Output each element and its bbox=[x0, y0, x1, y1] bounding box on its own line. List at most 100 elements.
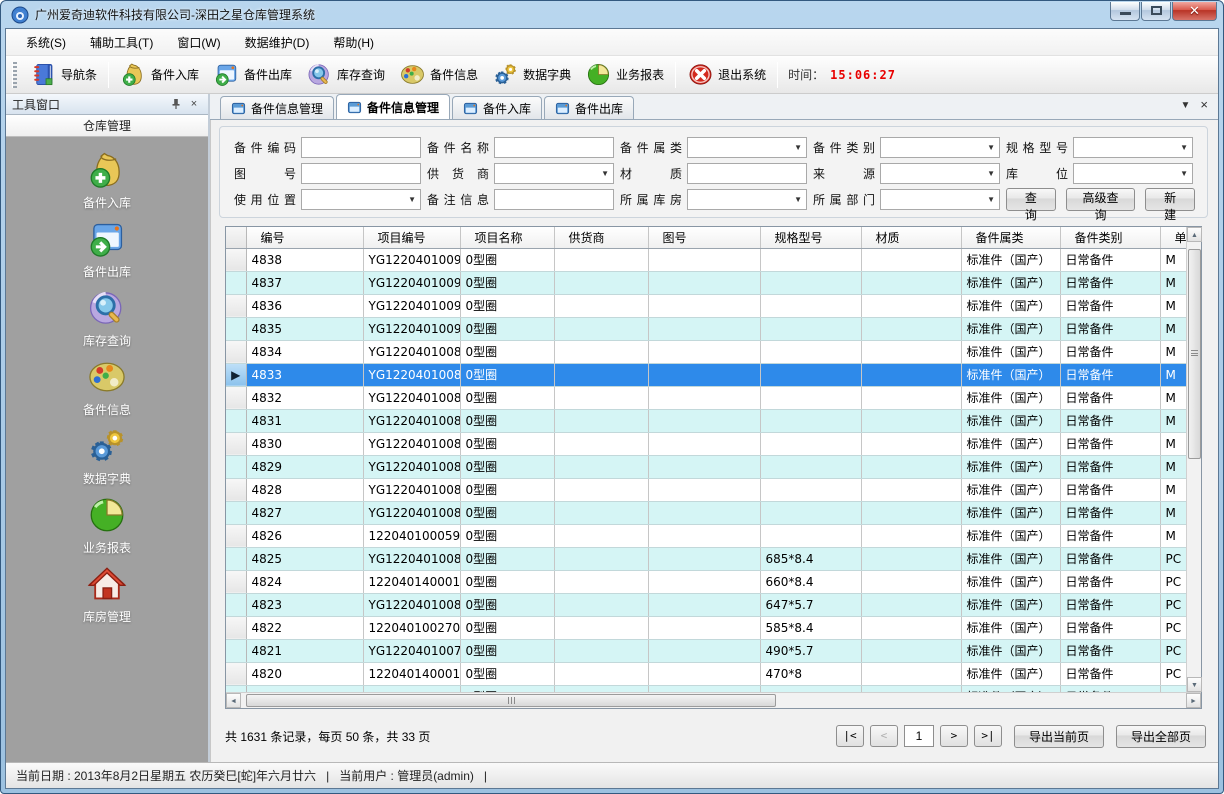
export-all-pages-button[interactable]: 导出全部页 bbox=[1116, 725, 1206, 748]
sidebar-item-inventory-query[interactable]: 库存查询 bbox=[6, 287, 208, 356]
scroll-up-icon[interactable]: ▲ bbox=[1187, 227, 1202, 242]
table-row[interactable]: 482612204010005990型圈标准件（国产）日常备件M bbox=[226, 524, 1186, 547]
maximize-button[interactable] bbox=[1141, 2, 1171, 21]
filter-select[interactable]: ▼ bbox=[1073, 137, 1193, 158]
column-header[interactable]: 单位 bbox=[1160, 227, 1186, 248]
table-row[interactable]: 4837YG122040100920型圈标准件（国产）日常备件M bbox=[226, 271, 1186, 294]
table-row[interactable]: 0型圈标准件（国产）日常备件 bbox=[226, 685, 1186, 692]
column-header[interactable]: 图号 bbox=[648, 227, 760, 248]
first-page-button[interactable]: |< bbox=[836, 725, 864, 747]
menu-item[interactable]: 辅助工具(T) bbox=[78, 30, 165, 55]
table-row[interactable]: 4838YG122040100930型圈标准件（国产）日常备件M bbox=[226, 248, 1186, 271]
table-row[interactable]: 482012204014000130型圈470*8标准件（国产）日常备件PC bbox=[226, 662, 1186, 685]
tab-close-icon[interactable]: × bbox=[1200, 100, 1208, 111]
toolbar-button-stock-in[interactable]: 备件入库 bbox=[113, 58, 206, 91]
column-header[interactable]: 备件类别 bbox=[1060, 227, 1160, 248]
close-button[interactable]: ✕ bbox=[1172, 2, 1217, 21]
column-header[interactable]: 规格型号 bbox=[760, 227, 861, 248]
filter-input[interactable] bbox=[494, 137, 614, 158]
table-cell bbox=[554, 386, 648, 409]
horizontal-scroll-thumb[interactable] bbox=[246, 694, 776, 707]
table-row[interactable]: ▶4833YG122040100880型圈标准件（国产）日常备件M bbox=[226, 363, 1186, 386]
vertical-scroll-thumb[interactable] bbox=[1188, 249, 1201, 459]
column-header[interactable]: 编号 bbox=[246, 227, 363, 248]
table-row[interactable]: 4834YG122040100890型圈标准件（国产）日常备件M bbox=[226, 340, 1186, 363]
table-row[interactable]: 4832YG122040100870型圈标准件（国产）日常备件M bbox=[226, 386, 1186, 409]
table-cell: 0型圈 bbox=[460, 386, 554, 409]
table-row[interactable]: 4830YG122040100850型圈标准件（国产）日常备件M bbox=[226, 432, 1186, 455]
filter-label: 所属库房 bbox=[620, 191, 682, 208]
tab-2[interactable]: 备件入库 bbox=[452, 96, 542, 119]
toolbar-button-exit[interactable]: 退出系统 bbox=[680, 58, 773, 91]
table-row[interactable]: 4823YG122040100800型圈647*5.7标准件（国产）日常备件PC bbox=[226, 593, 1186, 616]
tab-1[interactable]: 备件信息管理 bbox=[336, 94, 450, 119]
sidebar-item-report[interactable]: 业务报表 bbox=[6, 494, 208, 563]
query-button[interactable]: 查询 bbox=[1006, 188, 1056, 211]
tab-list-dropdown-icon[interactable]: ▼ bbox=[1181, 100, 1191, 111]
scroll-down-icon[interactable]: ▼ bbox=[1187, 677, 1202, 692]
menu-item[interactable]: 数据维护(D) bbox=[233, 30, 322, 55]
scroll-left-icon[interactable]: ◄ bbox=[226, 693, 241, 708]
tab-0[interactable]: 备件信息管理 bbox=[220, 96, 334, 119]
sidebar-item-data-dictionary[interactable]: 数据字典 bbox=[6, 425, 208, 494]
sidebar-item-home[interactable]: 库房管理 bbox=[6, 563, 208, 632]
new-button[interactable]: 新建 bbox=[1145, 188, 1195, 211]
table-row[interactable]: 4836YG122040100910型圈标准件（国产）日常备件M bbox=[226, 294, 1186, 317]
toolbar-button-inventory-query[interactable]: 库存查询 bbox=[299, 58, 392, 91]
prev-page-button[interactable]: < bbox=[870, 725, 898, 747]
table-row[interactable]: 4828YG122040100830型圈标准件（国产）日常备件M bbox=[226, 478, 1186, 501]
filter-select[interactable]: ▼ bbox=[880, 163, 1000, 184]
tab-3[interactable]: 备件出库 bbox=[544, 96, 634, 119]
export-current-page-button[interactable]: 导出当前页 bbox=[1014, 725, 1104, 748]
column-header[interactable]: 项目名称 bbox=[460, 227, 554, 248]
sidebar-item-stock-out[interactable]: 备件出库 bbox=[6, 218, 208, 287]
column-header[interactable]: 备件属类 bbox=[961, 227, 1060, 248]
menu-item[interactable]: 帮助(H) bbox=[321, 30, 386, 55]
filter-select[interactable]: ▼ bbox=[1073, 163, 1193, 184]
table-row[interactable]: 4831YG122040100860型圈标准件（国产）日常备件M bbox=[226, 409, 1186, 432]
table-row[interactable]: 4821YG122040100790型圈490*5.7标准件（国产）日常备件PC bbox=[226, 639, 1186, 662]
toolbar-button-parts-info[interactable]: 备件信息 bbox=[392, 58, 485, 91]
filter-select[interactable]: ▼ bbox=[687, 137, 807, 158]
filter-select[interactable]: ▼ bbox=[494, 163, 614, 184]
toolbar-button-navigator[interactable]: 导航条 bbox=[23, 58, 104, 91]
toolbar-button-report[interactable]: 业务报表 bbox=[578, 58, 671, 91]
advanced-query-button[interactable]: 高级查询 bbox=[1066, 188, 1136, 211]
filter-select[interactable]: ▼ bbox=[301, 189, 421, 210]
toolbar-button-stock-out[interactable]: 备件出库 bbox=[206, 58, 299, 91]
last-page-button[interactable]: >| bbox=[974, 725, 1002, 747]
toolbar-button-data-dictionary[interactable]: 数据字典 bbox=[485, 58, 578, 91]
filter-select[interactable]: ▼ bbox=[687, 189, 807, 210]
table-row[interactable]: 4827YG122040100820型圈标准件（国产）日常备件M bbox=[226, 501, 1186, 524]
row-header-cell bbox=[226, 547, 246, 570]
filter-select[interactable]: ▼ bbox=[880, 137, 1000, 158]
table-cell bbox=[760, 685, 861, 692]
filter-input[interactable] bbox=[687, 163, 807, 184]
column-header[interactable]: 供货商 bbox=[554, 227, 648, 248]
table-cell bbox=[648, 662, 760, 685]
minimize-button[interactable] bbox=[1110, 2, 1140, 21]
horizontal-scrollbar[interactable]: ◄ ► bbox=[226, 692, 1201, 708]
sidebar-item-parts-info[interactable]: 备件信息 bbox=[6, 356, 208, 425]
table-row[interactable]: 482412204014000120型圈660*8.4标准件（国产）日常备件PC bbox=[226, 570, 1186, 593]
menu-item[interactable]: 系统(S) bbox=[14, 30, 78, 55]
filter-select[interactable]: ▼ bbox=[880, 189, 1000, 210]
next-page-button[interactable]: > bbox=[940, 725, 968, 747]
tool-window-close-icon[interactable]: × bbox=[186, 98, 202, 110]
vertical-scrollbar[interactable]: ▲ ▼ bbox=[1186, 227, 1201, 692]
page-number-input[interactable] bbox=[904, 725, 934, 747]
table-row[interactable]: 4829YG122040100840型圈标准件（国产）日常备件M bbox=[226, 455, 1186, 478]
table-row[interactable]: 482212204010027000型圈585*8.4标准件（国产）日常备件PC bbox=[226, 616, 1186, 639]
table-row[interactable]: 4835YG122040100900型圈标准件（国产）日常备件M bbox=[226, 317, 1186, 340]
table-row[interactable]: 4825YG122040100810型圈685*8.4标准件（国产）日常备件PC bbox=[226, 547, 1186, 570]
menu-item[interactable]: 窗口(W) bbox=[165, 30, 232, 55]
sidebar-item-stock-in[interactable]: 备件入库 bbox=[6, 149, 208, 218]
filter-input[interactable] bbox=[301, 137, 421, 158]
pin-icon[interactable] bbox=[170, 98, 186, 110]
column-header[interactable]: 项目编号 bbox=[363, 227, 460, 248]
filter-input[interactable] bbox=[301, 163, 421, 184]
filter-input[interactable] bbox=[494, 189, 614, 210]
scroll-right-icon[interactable]: ► bbox=[1186, 693, 1201, 708]
column-header[interactable]: 材质 bbox=[861, 227, 961, 248]
table-cell: 0型圈 bbox=[460, 570, 554, 593]
